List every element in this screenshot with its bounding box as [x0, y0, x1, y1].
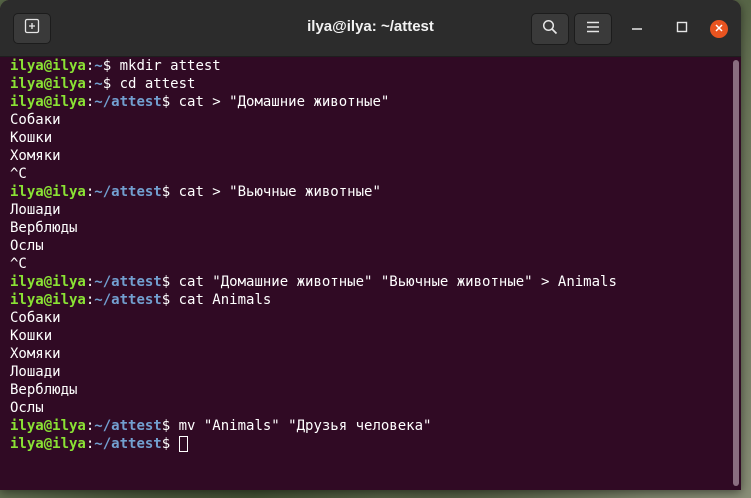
output-line: Хомяки [10, 147, 729, 165]
output-text: Хомяки [10, 148, 61, 164]
search-button[interactable] [531, 13, 569, 45]
output-line: Верблюды [10, 219, 729, 237]
output-text: Собаки [10, 112, 61, 128]
prompt-line: ilya@ilya:~/attest$ [10, 435, 729, 453]
output-line: Собаки [10, 111, 729, 129]
command-text: cat > "Домашние животные" [178, 94, 390, 110]
prompt-user: ilya@ilya [10, 292, 86, 308]
prompt-symbol: $ [161, 94, 179, 110]
prompt-path: ~/attest [94, 94, 162, 110]
text-cursor [178, 436, 188, 452]
output-text: Кошки [10, 328, 53, 344]
prompt-path: ~/attest [94, 418, 162, 434]
command-text: mv "Animals" "Друзья человека" [178, 418, 432, 434]
prompt-user: ilya@ilya [10, 58, 86, 74]
output-text: Кошки [10, 130, 53, 146]
terminal-window: ilya@ilya: ~/attest ilya@ilya:~$ mkdir a… [0, 0, 741, 490]
prompt-user: ilya@ilya [10, 436, 86, 452]
command-text: cat Animals [178, 292, 272, 308]
output-line: Собаки [10, 309, 729, 327]
prompt-path: ~ [94, 58, 103, 74]
output-text: ^C [10, 256, 27, 272]
output-text: Ослы [10, 238, 44, 254]
output-text: Верблюды [10, 382, 78, 398]
output-line: Кошки [10, 327, 729, 345]
command-text: mkdir attest [119, 58, 221, 74]
prompt-path: ~/attest [94, 274, 162, 290]
close-button[interactable] [710, 20, 728, 38]
output-line: Ослы [10, 399, 729, 417]
search-icon [542, 19, 558, 40]
prompt-line: ilya@ilya:~$ cd attest [10, 75, 729, 93]
prompt-path: ~/attest [94, 292, 162, 308]
prompt-line: ilya@ilya:~/attest$ cat "Домашние животн… [10, 273, 729, 291]
command-text: cd attest [119, 76, 196, 92]
output-line: ^C [10, 165, 729, 183]
prompt-user: ilya@ilya [10, 184, 86, 200]
prompt-path: ~/attest [94, 184, 162, 200]
prompt-symbol: $ [102, 58, 120, 74]
scrollbar[interactable] [730, 57, 741, 490]
minimize-button[interactable] [628, 20, 646, 38]
output-text: ^C [10, 166, 27, 182]
prompt-path: ~/attest [94, 436, 162, 452]
prompt-line: ilya@ilya:~/attest$ cat > "Домашние живо… [10, 93, 729, 111]
prompt-user: ilya@ilya [10, 274, 86, 290]
prompt-symbol: $ [161, 418, 179, 434]
prompt-symbol: $ [102, 76, 120, 92]
output-line: Кошки [10, 129, 729, 147]
output-text: Лошади [10, 364, 61, 380]
prompt-user: ilya@ilya [10, 76, 86, 92]
prompt-symbol: $ [161, 274, 179, 290]
output-line: Хомяки [10, 345, 729, 363]
output-line: Ослы [10, 237, 729, 255]
minimize-icon [631, 20, 643, 38]
prompt-symbol: $ [161, 436, 179, 452]
prompt-line: ilya@ilya:~/attest$ cat > "Вьючные живот… [10, 183, 729, 201]
prompt-line: ilya@ilya:~$ mkdir attest [10, 57, 729, 75]
output-line: Верблюды [10, 381, 729, 399]
menu-button[interactable] [574, 13, 612, 45]
prompt-user: ilya@ilya [10, 94, 86, 110]
prompt-line: ilya@ilya:~/attest$ cat Animals [10, 291, 729, 309]
prompt-line: ilya@ilya:~/attest$ mv "Animals" "Друзья… [10, 417, 729, 435]
command-text: cat "Домашние животные" "Вьючные животны… [178, 274, 617, 290]
output-text: Хомяки [10, 346, 61, 362]
prompt-path: ~ [94, 76, 103, 92]
prompt-symbol: $ [161, 292, 179, 308]
prompt-user: ilya@ilya [10, 418, 86, 434]
output-text: Лошади [10, 202, 61, 218]
output-line: Лошади [10, 363, 729, 381]
command-text: cat > "Вьючные животные" [178, 184, 381, 200]
maximize-button[interactable] [673, 20, 691, 38]
maximize-icon [676, 20, 688, 38]
close-icon [714, 20, 724, 38]
title-bar: ilya@ilya: ~/attest [0, 0, 741, 57]
scrollbar-thumb[interactable] [733, 60, 739, 486]
output-text: Собаки [10, 310, 61, 326]
output-text: Ослы [10, 400, 44, 416]
terminal-output[interactable]: ilya@ilya:~$ mkdir attest ilya@ilya:~$ cd… [0, 57, 729, 490]
prompt-symbol: $ [161, 184, 179, 200]
output-text: Верблюды [10, 220, 78, 236]
output-line: Лошади [10, 201, 729, 219]
hamburger-menu-icon [586, 20, 600, 38]
output-line: ^C [10, 255, 729, 273]
